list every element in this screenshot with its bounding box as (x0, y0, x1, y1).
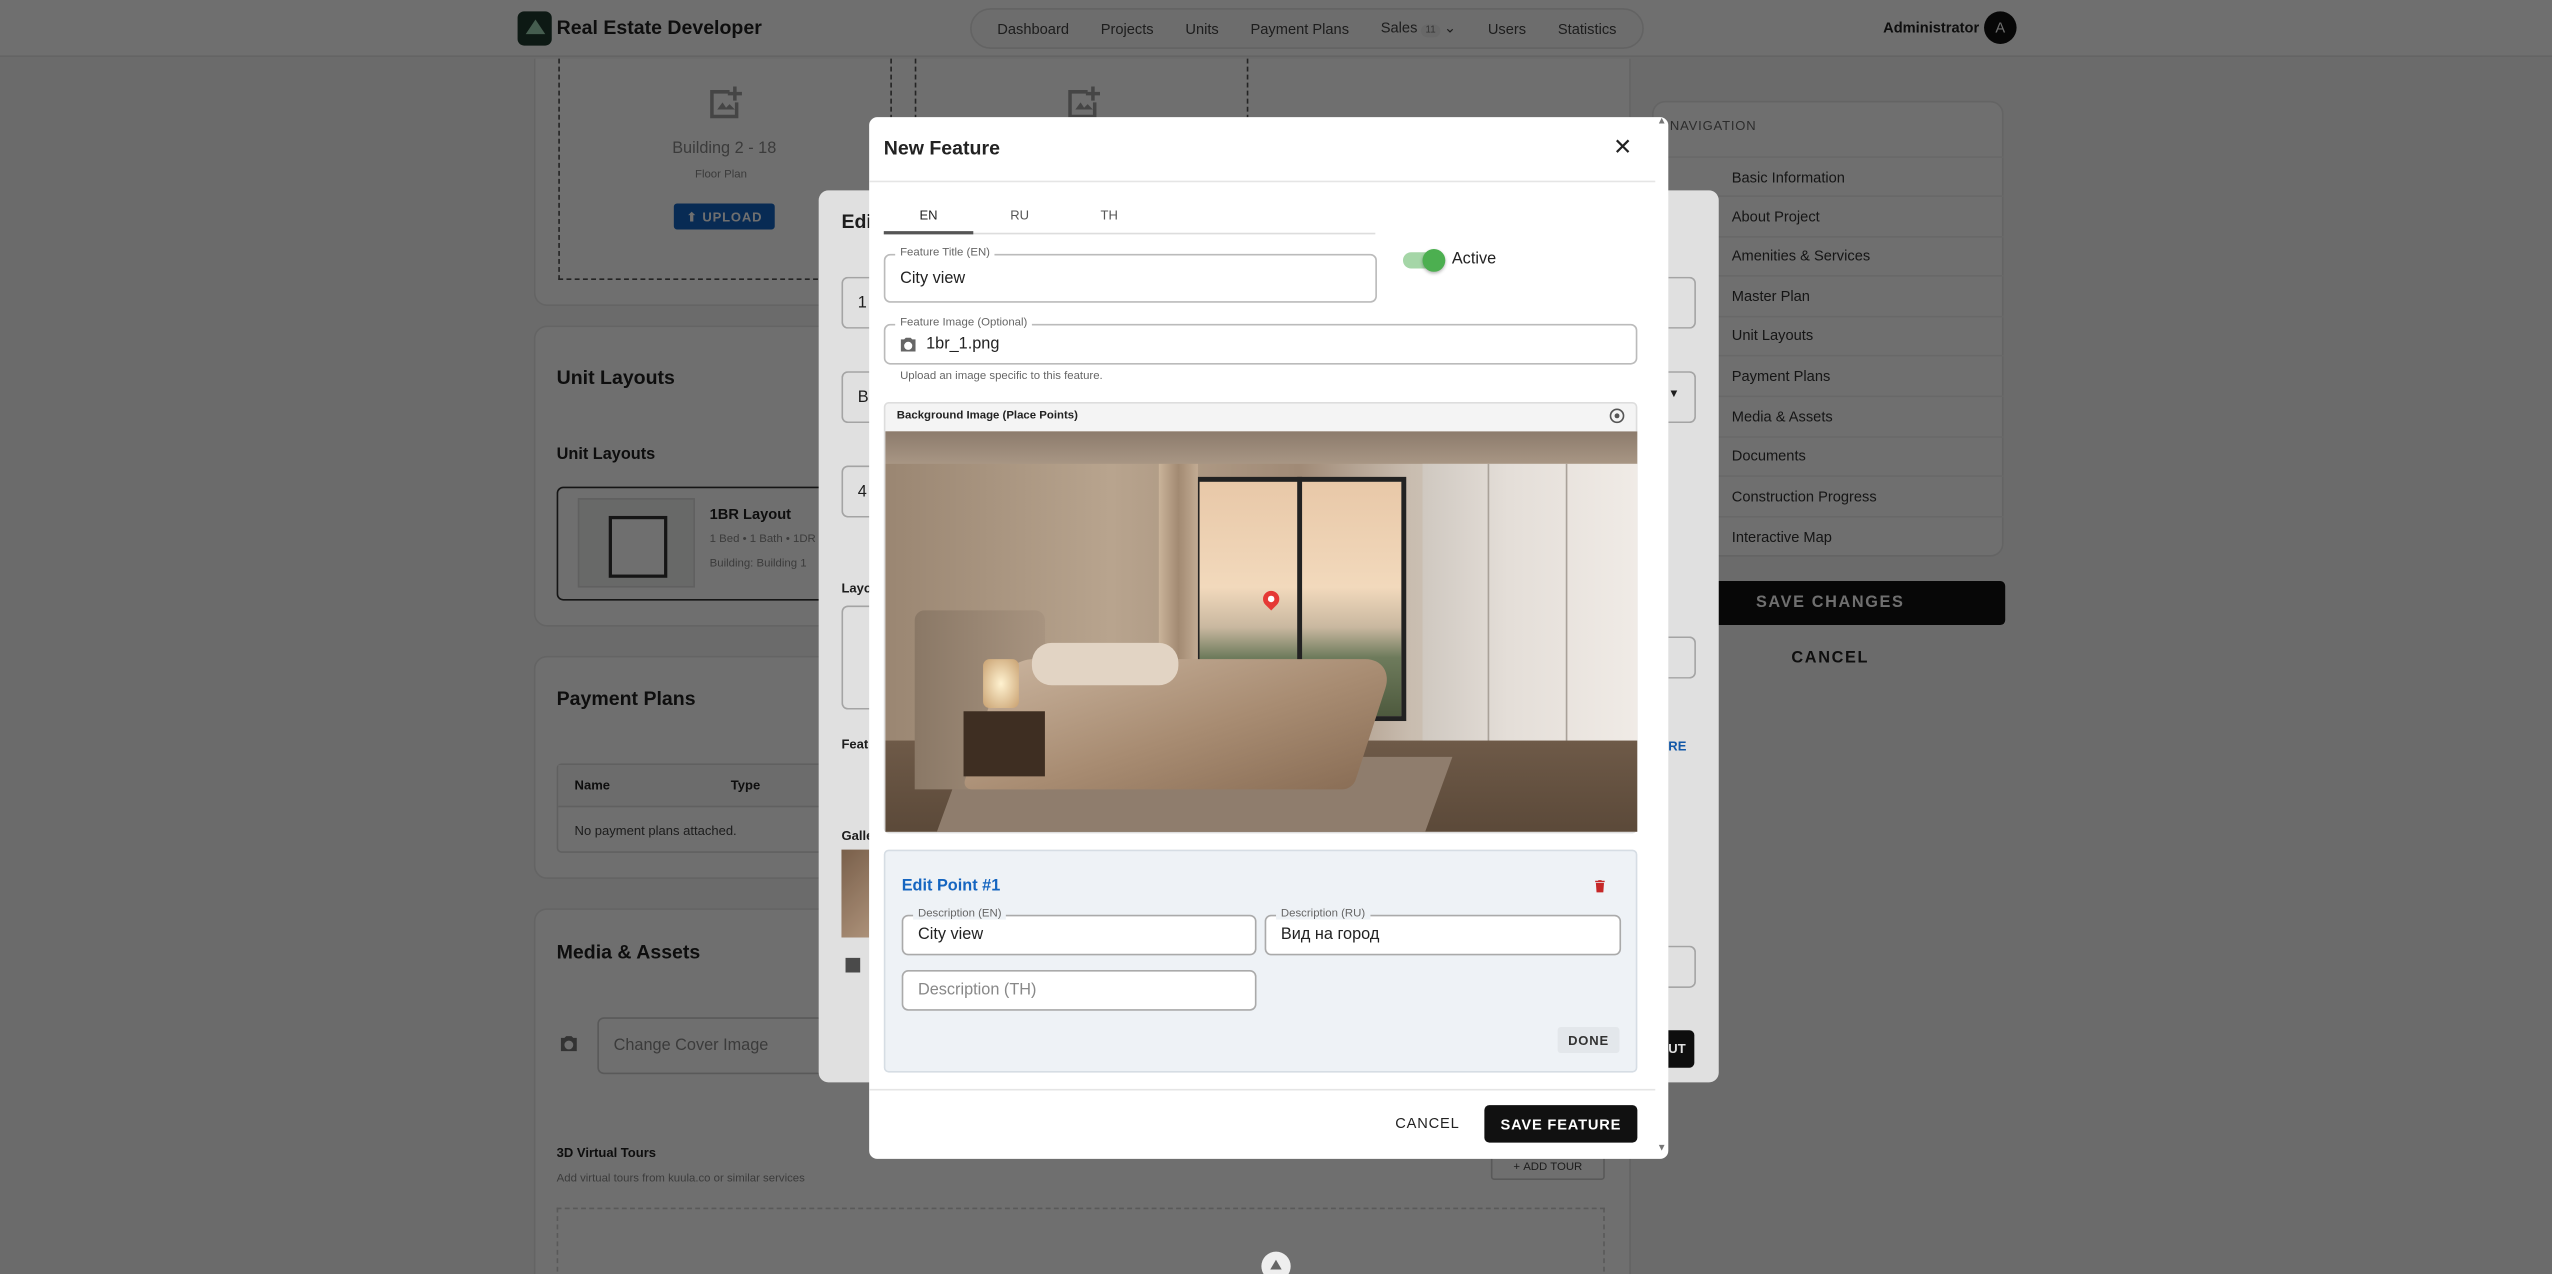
target-icon[interactable] (1609, 408, 1625, 424)
feature-title-label: Feature Title (EN) (895, 247, 995, 259)
lamp (983, 659, 1019, 709)
feature-title-value: City view (900, 270, 966, 289)
background-image-canvas[interactable] (885, 431, 1638, 832)
pillows (1031, 642, 1179, 686)
tab-ru[interactable]: RU (975, 208, 1065, 223)
point-description-en[interactable]: Description (EN) City view (901, 908, 1257, 956)
ceiling (885, 431, 1638, 464)
point-description-th[interactable]: Description (TH) (901, 970, 1257, 1011)
done-button[interactable]: DONE (1557, 1027, 1620, 1054)
active-toggle[interactable] (1402, 249, 1446, 272)
background-image-label: Background Image (Place Points) (896, 410, 1078, 422)
toggle-knob (1422, 249, 1446, 272)
nightstand (963, 711, 1045, 777)
active-label: Active (1451, 250, 1497, 269)
point-description-th-placeholder: Description (TH) (917, 981, 1037, 1000)
modal-header-divider (869, 180, 1656, 183)
tab-en[interactable]: EN (884, 208, 974, 223)
close-icon[interactable]: ✕ (1610, 133, 1636, 159)
point-description-en-label: Description (EN) (913, 908, 1007, 920)
scrollbar-up[interactable]: ▲ (1655, 117, 1668, 130)
point-description-ru-label: Description (RU) (1276, 908, 1371, 920)
edit-point-heading: Edit Point #1 (901, 877, 1001, 896)
feature-image-value: 1br_1.png (926, 335, 1000, 354)
tab-th[interactable]: TH (1064, 208, 1154, 223)
modal-cancel-button[interactable]: CANCEL (1387, 1107, 1468, 1140)
point-description-en-value: City view (917, 926, 984, 945)
feature-image-help: Upload an image specific to this feature… (900, 371, 1103, 383)
feature-image-field[interactable]: Feature Image (Optional) 1br_1.png (883, 317, 1638, 365)
active-tab-indicator (883, 231, 974, 235)
fab-button[interactable]: ⛰ (1261, 1251, 1291, 1274)
modal-title: New Feature (883, 136, 1000, 160)
new-feature-modal: New Feature ✕ ▲ ▼ EN RU TH Feature Title… (869, 117, 1669, 1159)
feature-image-label: Feature Image (Optional) (895, 317, 1033, 329)
point-description-ru-value: Вид на город (1280, 926, 1380, 945)
scrollbar-down[interactable]: ▼ (1655, 1144, 1668, 1157)
modal-footer-divider (869, 1088, 1656, 1091)
save-feature-button[interactable]: SAVE FEATURE (1484, 1105, 1638, 1143)
camera-icon (900, 337, 916, 352)
delete-icon[interactable] (1592, 877, 1608, 895)
point-description-ru[interactable]: Description (RU) Вид на город (1264, 908, 1622, 956)
feature-title-field[interactable]: Feature Title (EN) City view (883, 247, 1377, 303)
